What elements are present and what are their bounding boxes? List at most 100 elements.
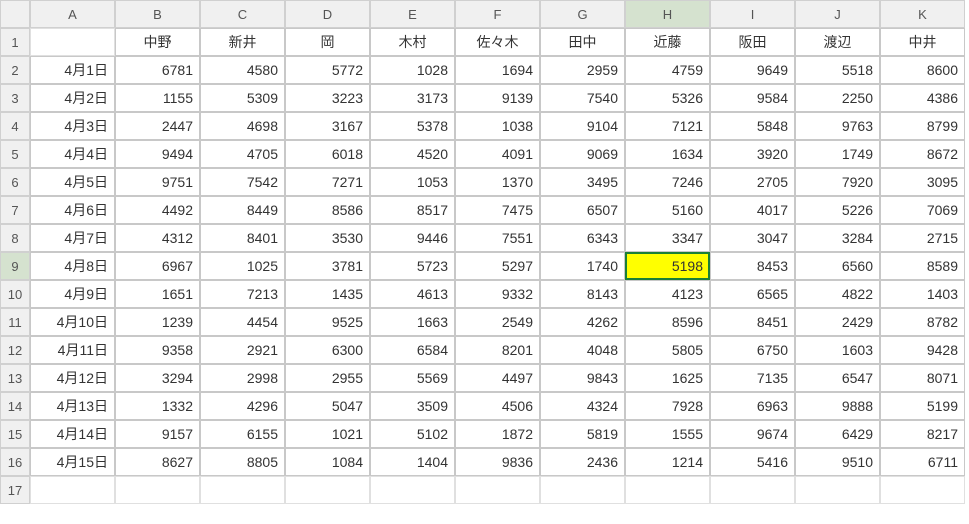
cell-J7[interactable]: 5226: [795, 196, 880, 224]
col-header-H[interactable]: H: [625, 0, 710, 28]
cell-A9[interactable]: 4月8日: [30, 252, 115, 280]
cell-K14[interactable]: 5199: [880, 392, 965, 420]
cell-C3[interactable]: 5309: [200, 84, 285, 112]
cell-B12[interactable]: 9358: [115, 336, 200, 364]
cell-J3[interactable]: 2250: [795, 84, 880, 112]
cell-B1[interactable]: 中野: [115, 28, 200, 56]
cell-A17[interactable]: [30, 476, 115, 504]
cell-F2[interactable]: 1694: [455, 56, 540, 84]
col-header-E[interactable]: E: [370, 0, 455, 28]
cell-I11[interactable]: 8451: [710, 308, 795, 336]
cell-K8[interactable]: 2715: [880, 224, 965, 252]
cell-H10[interactable]: 4123: [625, 280, 710, 308]
cell-K16[interactable]: 6711: [880, 448, 965, 476]
cell-E14[interactable]: 3509: [370, 392, 455, 420]
row-header-14[interactable]: 14: [0, 392, 30, 420]
cell-C15[interactable]: 6155: [200, 420, 285, 448]
cell-F5[interactable]: 4091: [455, 140, 540, 168]
cell-D13[interactable]: 2955: [285, 364, 370, 392]
cell-J17[interactable]: [795, 476, 880, 504]
cell-B11[interactable]: 1239: [115, 308, 200, 336]
cell-J9[interactable]: 6560: [795, 252, 880, 280]
row-header-8[interactable]: 8: [0, 224, 30, 252]
cell-B6[interactable]: 9751: [115, 168, 200, 196]
cell-J2[interactable]: 5518: [795, 56, 880, 84]
cell-D12[interactable]: 6300: [285, 336, 370, 364]
cell-D9[interactable]: 3781: [285, 252, 370, 280]
cell-C16[interactable]: 8805: [200, 448, 285, 476]
cell-G1[interactable]: 田中: [540, 28, 625, 56]
col-header-A[interactable]: A: [30, 0, 115, 28]
cell-D7[interactable]: 8586: [285, 196, 370, 224]
cell-A5[interactable]: 4月4日: [30, 140, 115, 168]
cell-J15[interactable]: 6429: [795, 420, 880, 448]
cell-B8[interactable]: 4312: [115, 224, 200, 252]
cell-H9[interactable]: 5198: [625, 252, 710, 280]
cell-A2[interactable]: 4月1日: [30, 56, 115, 84]
cell-C6[interactable]: 7542: [200, 168, 285, 196]
row-header-9[interactable]: 9: [0, 252, 30, 280]
row-header-5[interactable]: 5: [0, 140, 30, 168]
cell-H1[interactable]: 近藤: [625, 28, 710, 56]
cell-C4[interactable]: 4698: [200, 112, 285, 140]
cell-J1[interactable]: 渡辺: [795, 28, 880, 56]
cell-E13[interactable]: 5569: [370, 364, 455, 392]
cell-K17[interactable]: [880, 476, 965, 504]
cell-D1[interactable]: 岡: [285, 28, 370, 56]
cell-F6[interactable]: 1370: [455, 168, 540, 196]
cell-E8[interactable]: 9446: [370, 224, 455, 252]
cell-F17[interactable]: [455, 476, 540, 504]
cell-G4[interactable]: 9104: [540, 112, 625, 140]
cell-F1[interactable]: 佐々木: [455, 28, 540, 56]
cell-B3[interactable]: 1155: [115, 84, 200, 112]
cell-G16[interactable]: 2436: [540, 448, 625, 476]
cell-I6[interactable]: 2705: [710, 168, 795, 196]
cell-I8[interactable]: 3047: [710, 224, 795, 252]
cell-B16[interactable]: 8627: [115, 448, 200, 476]
cell-E1[interactable]: 木村: [370, 28, 455, 56]
col-header-G[interactable]: G: [540, 0, 625, 28]
cell-B14[interactable]: 1332: [115, 392, 200, 420]
cell-E2[interactable]: 1028: [370, 56, 455, 84]
col-header-K[interactable]: K: [880, 0, 965, 28]
cell-I7[interactable]: 4017: [710, 196, 795, 224]
cell-C5[interactable]: 4705: [200, 140, 285, 168]
cell-C17[interactable]: [200, 476, 285, 504]
cell-G2[interactable]: 2959: [540, 56, 625, 84]
row-header-11[interactable]: 11: [0, 308, 30, 336]
cell-A8[interactable]: 4月7日: [30, 224, 115, 252]
cell-F16[interactable]: 9836: [455, 448, 540, 476]
cell-D11[interactable]: 9525: [285, 308, 370, 336]
cell-K4[interactable]: 8799: [880, 112, 965, 140]
cell-G8[interactable]: 6343: [540, 224, 625, 252]
cell-I15[interactable]: 9674: [710, 420, 795, 448]
cell-F13[interactable]: 4497: [455, 364, 540, 392]
cell-F4[interactable]: 1038: [455, 112, 540, 140]
cell-C9[interactable]: 1025: [200, 252, 285, 280]
cell-I12[interactable]: 6750: [710, 336, 795, 364]
cell-E4[interactable]: 5378: [370, 112, 455, 140]
cell-F10[interactable]: 9332: [455, 280, 540, 308]
cell-J13[interactable]: 6547: [795, 364, 880, 392]
row-header-10[interactable]: 10: [0, 280, 30, 308]
row-header-1[interactable]: 1: [0, 28, 30, 56]
cell-B9[interactable]: 6967: [115, 252, 200, 280]
cell-E10[interactable]: 4613: [370, 280, 455, 308]
cell-D17[interactable]: [285, 476, 370, 504]
cell-A3[interactable]: 4月2日: [30, 84, 115, 112]
cell-H11[interactable]: 8596: [625, 308, 710, 336]
cell-G5[interactable]: 9069: [540, 140, 625, 168]
cell-H13[interactable]: 1625: [625, 364, 710, 392]
cell-K6[interactable]: 3095: [880, 168, 965, 196]
cell-K5[interactable]: 8672: [880, 140, 965, 168]
cell-H16[interactable]: 1214: [625, 448, 710, 476]
select-all-corner[interactable]: [0, 0, 30, 28]
cell-A4[interactable]: 4月3日: [30, 112, 115, 140]
cell-B15[interactable]: 9157: [115, 420, 200, 448]
row-header-4[interactable]: 4: [0, 112, 30, 140]
cell-K9[interactable]: 8589: [880, 252, 965, 280]
row-header-7[interactable]: 7: [0, 196, 30, 224]
col-header-I[interactable]: I: [710, 0, 795, 28]
cell-E17[interactable]: [370, 476, 455, 504]
row-header-17[interactable]: 17: [0, 476, 30, 504]
